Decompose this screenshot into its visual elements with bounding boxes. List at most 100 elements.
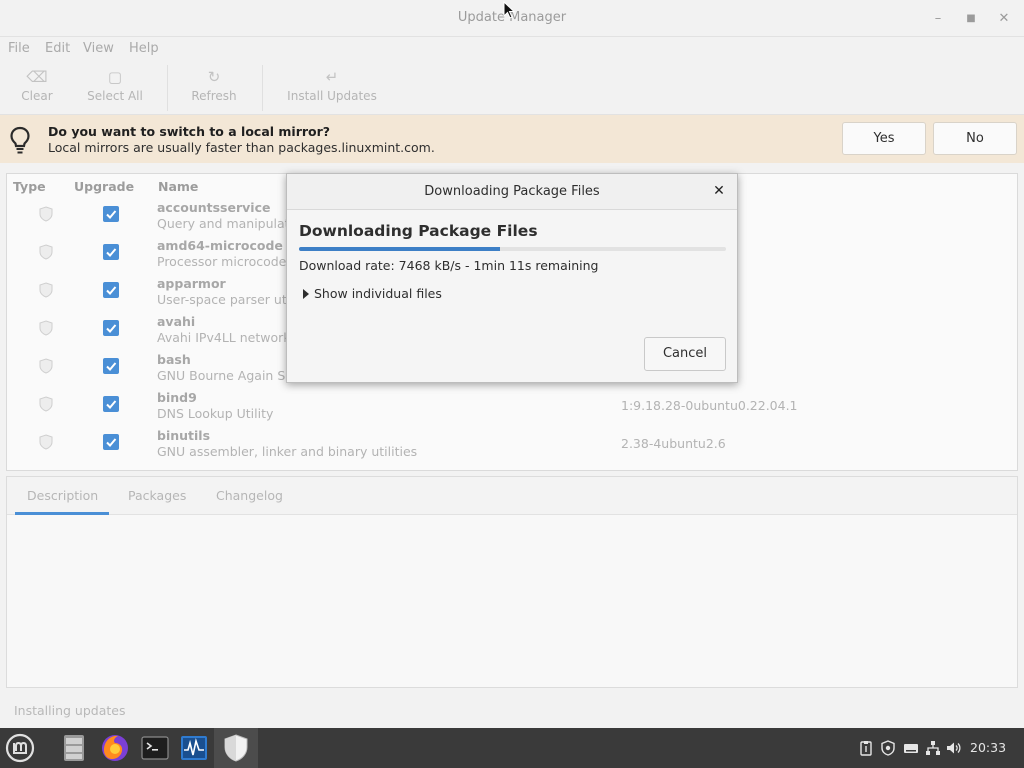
package-name: binutils bbox=[157, 428, 211, 443]
keyboard-icon[interactable] bbox=[903, 740, 919, 756]
file-manager-icon[interactable] bbox=[58, 732, 90, 764]
package-description: GNU Bourne Again S bbox=[157, 368, 286, 383]
toolbar-separator bbox=[262, 65, 263, 111]
show-individual-files-expander[interactable]: Show individual files bbox=[303, 286, 442, 301]
tab-description[interactable]: Description bbox=[27, 488, 98, 503]
download-dialog: Downloading Package Files ✕ Downloading … bbox=[286, 173, 738, 383]
package-name: apparmor bbox=[157, 276, 226, 291]
upgrade-checkbox[interactable] bbox=[103, 320, 119, 336]
package-description: User-space parser util bbox=[157, 292, 294, 307]
infobar-title: Do you want to switch to a local mirror? bbox=[48, 124, 331, 139]
volume-icon[interactable] bbox=[946, 740, 962, 756]
column-type[interactable]: Type bbox=[13, 179, 46, 194]
terminal-icon[interactable] bbox=[139, 732, 171, 764]
package-description: Avahi IPv4LL network bbox=[157, 330, 291, 345]
tab-strip: Description Packages Changelog bbox=[7, 477, 1017, 515]
package-version: 1:9.18.28-0ubuntu0.22.04.1 bbox=[621, 398, 798, 413]
menu-bar: File Edit View Help bbox=[0, 37, 1024, 61]
toolbar-separator bbox=[167, 65, 168, 111]
expander-label: Show individual files bbox=[314, 286, 442, 301]
refresh-button[interactable]: ↻ Refresh bbox=[188, 65, 240, 103]
expander-triangle-icon bbox=[303, 289, 309, 299]
upgrade-checkbox[interactable] bbox=[103, 358, 119, 374]
security-shield-icon bbox=[39, 434, 53, 450]
security-shield-icon bbox=[39, 282, 53, 298]
column-name[interactable]: Name bbox=[158, 179, 198, 194]
select-all-icon: ▢ bbox=[107, 68, 123, 86]
system-monitor-icon[interactable] bbox=[178, 732, 210, 764]
menu-view[interactable]: View bbox=[83, 41, 114, 56]
mint-menu-icon[interactable] bbox=[4, 732, 36, 764]
select-all-button[interactable]: ▢ Select All bbox=[82, 65, 148, 103]
package-description: DNS Lookup Utility bbox=[157, 406, 274, 421]
minimize-icon[interactable]: – bbox=[928, 9, 948, 29]
package-description: Processor microcode bbox=[157, 254, 287, 269]
clear-button[interactable]: ⌫ Clear bbox=[16, 65, 58, 103]
security-shield-icon bbox=[39, 358, 53, 374]
select-all-label: Select All bbox=[87, 89, 143, 103]
checkmark-icon bbox=[106, 324, 117, 333]
package-name: bash bbox=[157, 352, 191, 367]
cancel-button[interactable]: Cancel bbox=[644, 337, 726, 371]
maximize-icon[interactable]: ■ bbox=[961, 9, 981, 29]
update-manager-shield-icon[interactable] bbox=[220, 732, 252, 764]
install-label: Install Updates bbox=[287, 89, 377, 103]
package-description: GNU assembler, linker and binary utiliti… bbox=[157, 444, 418, 459]
tab-packages[interactable]: Packages bbox=[128, 488, 186, 503]
table-row[interactable]: bind9 DNS Lookup Utility 1:9.18.28-0ubuntu… bbox=[7, 388, 1017, 426]
security-shield-icon bbox=[39, 320, 53, 336]
security-shield-icon bbox=[39, 244, 53, 260]
checkmark-icon bbox=[106, 286, 117, 295]
download-progress-bar bbox=[299, 247, 726, 251]
menu-help[interactable]: Help bbox=[129, 41, 159, 56]
refresh-icon: ↻ bbox=[207, 68, 221, 86]
checkmark-icon bbox=[106, 362, 117, 371]
lightbulb-icon bbox=[10, 126, 30, 154]
dialog-title-bar: Downloading Package Files ✕ bbox=[287, 174, 737, 210]
package-name: bind9 bbox=[157, 390, 197, 405]
clear-label: Clear bbox=[21, 89, 53, 103]
upgrade-checkbox[interactable] bbox=[103, 206, 119, 222]
menu-edit[interactable]: Edit bbox=[45, 41, 70, 56]
security-shield-icon bbox=[39, 396, 53, 412]
no-button[interactable]: No bbox=[933, 122, 1017, 155]
toolbar: ⌫ Clear ▢ Select All ↻ Refresh ↵ Install… bbox=[0, 61, 1024, 115]
package-version: 2.38-4ubuntu2.6 bbox=[621, 436, 726, 451]
package-name: accountsservice bbox=[157, 200, 271, 215]
firefox-icon[interactable] bbox=[99, 732, 131, 764]
refresh-label: Refresh bbox=[191, 89, 237, 103]
network-icon[interactable] bbox=[925, 740, 941, 756]
progress-fill bbox=[299, 247, 500, 251]
details-panel: Description Packages Changelog bbox=[6, 476, 1018, 688]
upgrade-checkbox[interactable] bbox=[103, 244, 119, 260]
checkmark-icon bbox=[106, 438, 117, 447]
package-name: amd64-microcode bbox=[157, 238, 283, 253]
checkmark-icon bbox=[106, 210, 117, 219]
checkmark-icon bbox=[106, 248, 117, 257]
mouse-cursor-icon bbox=[503, 1, 515, 19]
install-updates-button[interactable]: ↵ Install Updates bbox=[284, 65, 380, 103]
update-shield-tray-icon[interactable] bbox=[880, 740, 896, 756]
upgrade-checkbox[interactable] bbox=[103, 282, 119, 298]
status-bar-text: Installing updates bbox=[14, 703, 126, 718]
taskbar: 20:33 bbox=[0, 728, 1024, 768]
table-row[interactable]: binutils GNU assembler, linker and binary… bbox=[7, 426, 1017, 464]
package-name: avahi bbox=[157, 314, 196, 329]
clock[interactable]: 20:33 bbox=[970, 740, 1006, 755]
dialog-close-icon[interactable]: ✕ bbox=[711, 183, 727, 199]
upgrade-checkbox[interactable] bbox=[103, 434, 119, 450]
package-description: Query and manipulat bbox=[157, 216, 290, 231]
checkmark-icon bbox=[106, 400, 117, 409]
close-icon[interactable]: ✕ bbox=[994, 9, 1014, 29]
column-upgrade[interactable]: Upgrade bbox=[74, 179, 134, 194]
menu-file[interactable]: File bbox=[8, 41, 30, 56]
tab-changelog[interactable]: Changelog bbox=[216, 488, 283, 503]
clipboard-icon[interactable] bbox=[858, 740, 874, 756]
active-tab-indicator bbox=[15, 512, 109, 515]
infobar-subtitle: Local mirrors are usually faster than pa… bbox=[48, 140, 435, 155]
clear-icon: ⌫ bbox=[26, 68, 48, 86]
upgrade-checkbox[interactable] bbox=[103, 396, 119, 412]
install-icon: ↵ bbox=[325, 68, 339, 86]
yes-button[interactable]: Yes bbox=[842, 122, 926, 155]
security-shield-icon bbox=[39, 206, 53, 222]
